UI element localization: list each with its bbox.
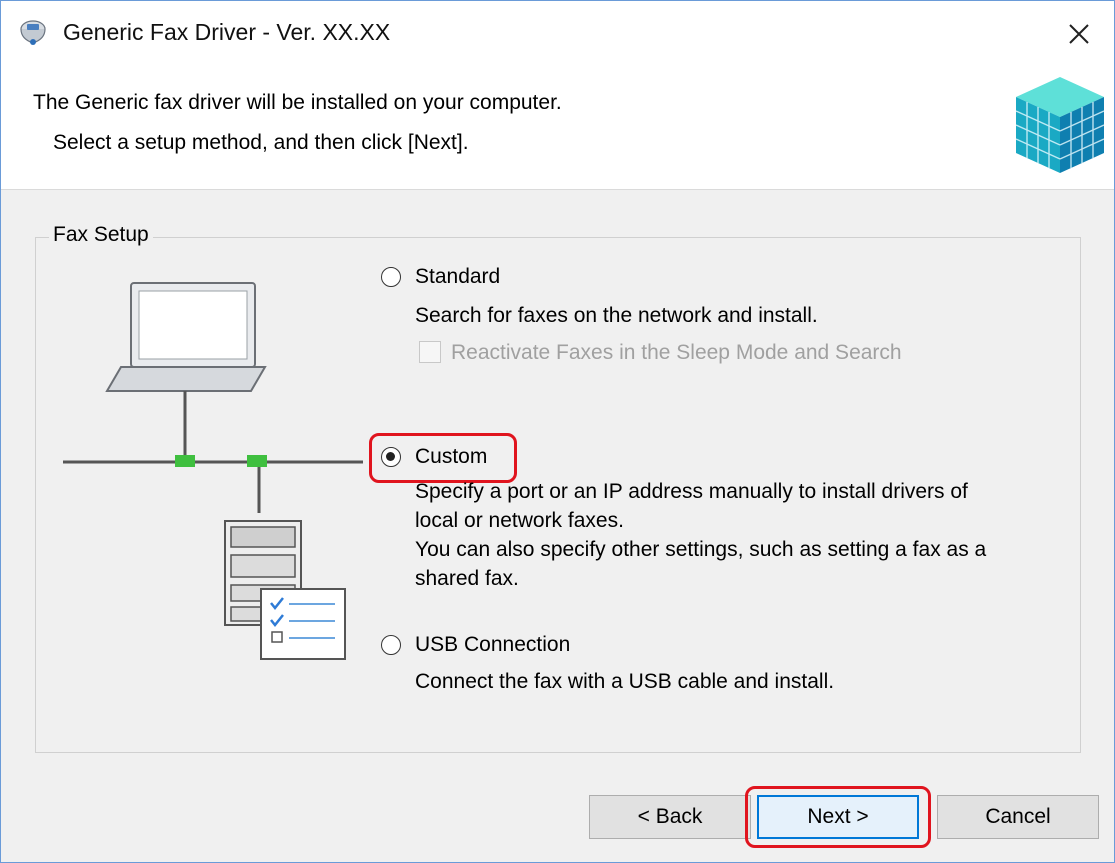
usb-description: Connect the fax with a USB cable and ins… xyxy=(415,670,835,693)
standard-description: Search for faxes on the network and inst… xyxy=(415,304,818,327)
back-button[interactable]: < Back xyxy=(589,795,751,839)
custom-description-line4: shared fax. xyxy=(415,567,519,590)
network-illustration xyxy=(63,282,363,660)
fax-setup-label: Fax Setup xyxy=(49,223,153,247)
reactivate-checkbox-label[interactable]: Reactivate Faxes in the Sleep Mode and S… xyxy=(451,338,902,367)
close-button[interactable] xyxy=(1044,1,1114,67)
custom-description-line2: local or network faxes. xyxy=(415,509,624,532)
installer-window: Generic Fax Driver - Ver. XX.XX The Gene… xyxy=(0,0,1115,863)
laptop-icon xyxy=(105,282,267,392)
usb-label[interactable]: USB Connection xyxy=(415,633,570,657)
title-bar: Generic Fax Driver - Ver. XX.XX xyxy=(1,1,1114,67)
cancel-button[interactable]: Cancel xyxy=(937,795,1099,839)
checklist-icon xyxy=(260,588,346,660)
installer-cube-icon xyxy=(1015,77,1105,173)
header-subinstruction: Select a setup method, and then click [N… xyxy=(53,131,469,154)
custom-label[interactable]: Custom xyxy=(415,445,487,469)
close-icon xyxy=(1069,24,1089,44)
next-button[interactable]: Next > xyxy=(757,795,919,839)
usb-radio[interactable] xyxy=(381,635,401,655)
custom-description-line3: You can also specify other settings, suc… xyxy=(415,538,987,561)
header-instruction: The Generic fax driver will be installed… xyxy=(33,91,562,114)
fax-driver-app-icon xyxy=(20,20,46,45)
custom-description-line1: Specify a port or an IP address manually… xyxy=(415,480,968,503)
standard-radio[interactable] xyxy=(381,267,401,287)
standard-label[interactable]: Standard xyxy=(415,265,500,289)
reactivate-checkbox[interactable] xyxy=(419,341,441,363)
window-title: Generic Fax Driver - Ver. XX.XX xyxy=(63,19,391,45)
custom-radio[interactable] xyxy=(381,447,401,467)
header-panel: The Generic fax driver will be installed… xyxy=(1,67,1114,190)
